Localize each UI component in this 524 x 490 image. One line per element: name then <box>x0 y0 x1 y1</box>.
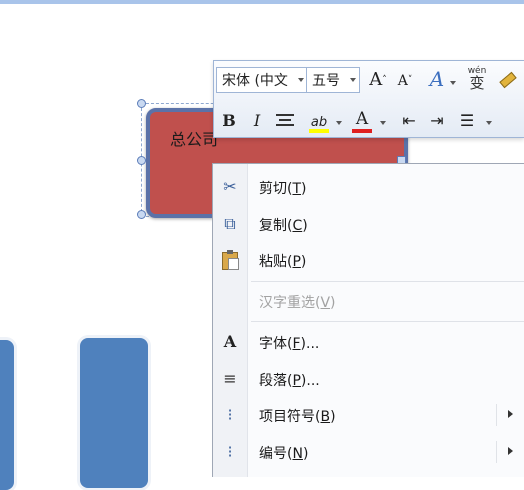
shrink-font-button[interactable]: A˅ <box>394 68 416 92</box>
submenu-arrow-icon <box>508 410 513 418</box>
chevron-down-icon <box>350 78 356 82</box>
mini-toolbar: 宋体 (中文 五号 A˄ A˅ A wén 变 B I ab A ⇤ ⇥ ☰ <box>213 60 524 138</box>
decrease-indent-icon: ⇤ <box>402 111 416 130</box>
chevron-down-icon <box>298 78 304 82</box>
menu-item-font[interactable]: A 字体(F)... <box>213 325 524 359</box>
italic-icon: I <box>253 111 261 130</box>
chart-bar-left[interactable] <box>0 340 14 490</box>
font-color-icon: A <box>355 109 369 129</box>
decrease-indent-button[interactable]: ⇤ <box>398 109 420 133</box>
org-box-text[interactable]: 总公司 <box>170 126 218 150</box>
pinyin-guide-button[interactable]: wén 变 <box>464 65 490 92</box>
highlight-icon: ab <box>310 115 328 130</box>
context-menu: ✂ 剪切(T) ⧉ 复制(C) 粘贴(P) 汉字重选(V) A 字体(F)...… <box>212 163 524 477</box>
italic-button[interactable]: I <box>246 109 268 133</box>
submenu-divider <box>496 404 497 426</box>
format-painter-icon <box>499 71 517 89</box>
font-color-swatch <box>352 129 372 133</box>
menu-item-paste[interactable]: 粘贴(P) <box>213 243 524 277</box>
highlight-button[interactable]: ab <box>306 109 332 133</box>
menu-separator <box>251 281 524 282</box>
resize-handle-middle-left[interactable] <box>137 156 146 165</box>
bold-button[interactable]: B <box>218 109 240 133</box>
pinyin-char: 变 <box>469 74 485 92</box>
format-painter-button[interactable] <box>496 67 520 91</box>
resize-handle-top-left[interactable] <box>137 99 146 108</box>
submenu-divider <box>496 441 497 463</box>
font-icon: A <box>223 332 237 351</box>
menu-item-numbering[interactable]: ⁝ 编号(N) <box>213 435 524 469</box>
grow-font-icon: A <box>369 69 383 90</box>
styles-dropdown-arrow[interactable] <box>450 81 456 85</box>
paste-icon <box>219 250 241 270</box>
window-top-strip <box>0 0 524 4</box>
bullets-icon: ☰ <box>459 111 475 130</box>
bullets-icon: ⁝ <box>227 405 233 424</box>
submenu-arrow-icon <box>508 447 513 455</box>
font-size-combo[interactable]: 五号 <box>306 67 360 93</box>
highlight-dropdown-arrow[interactable] <box>336 121 342 125</box>
menu-item-copy[interactable]: ⧉ 复制(C) <box>213 207 524 241</box>
menu-item-bullets[interactable]: ⁝ 项目符号(B) <box>213 398 524 432</box>
font-color-button[interactable]: A <box>350 107 374 133</box>
resize-handle-bottom-left[interactable] <box>137 210 146 219</box>
font-color-dropdown-arrow[interactable] <box>380 121 386 125</box>
numbering-icon: ⁝ <box>227 442 233 461</box>
styles-button[interactable]: A <box>424 67 450 91</box>
chart-bar-middle[interactable] <box>80 338 148 488</box>
center-align-button[interactable] <box>276 111 296 135</box>
paragraph-icon: ≡ <box>223 369 237 388</box>
bullets-dropdown-arrow[interactable] <box>486 121 492 125</box>
grow-font-button[interactable]: A˄ <box>366 68 390 92</box>
shrink-font-icon: A <box>397 73 408 89</box>
menu-item-reconvert: 汉字重选(V) <box>259 295 336 311</box>
menu-item-paragraph[interactable]: ≡ 段落(P)... <box>213 362 524 396</box>
styles-icon: A <box>429 67 445 91</box>
font-name-combo[interactable]: 宋体 (中文 <box>216 67 308 93</box>
menu-item-cut[interactable]: ✂ 剪切(T) <box>213 170 524 204</box>
font-size-value: 五号 <box>312 73 340 89</box>
increase-indent-icon: ⇥ <box>430 111 444 130</box>
copy-icon: ⧉ <box>224 214 236 233</box>
font-name-value: 宋体 (中文 <box>222 73 288 89</box>
scissors-icon: ✂ <box>223 177 237 196</box>
bold-icon: B <box>222 111 236 130</box>
highlight-color-swatch <box>309 129 329 133</box>
increase-indent-button[interactable]: ⇥ <box>426 109 448 133</box>
menu-separator <box>251 321 524 322</box>
bullets-button[interactable]: ☰ <box>456 109 478 133</box>
